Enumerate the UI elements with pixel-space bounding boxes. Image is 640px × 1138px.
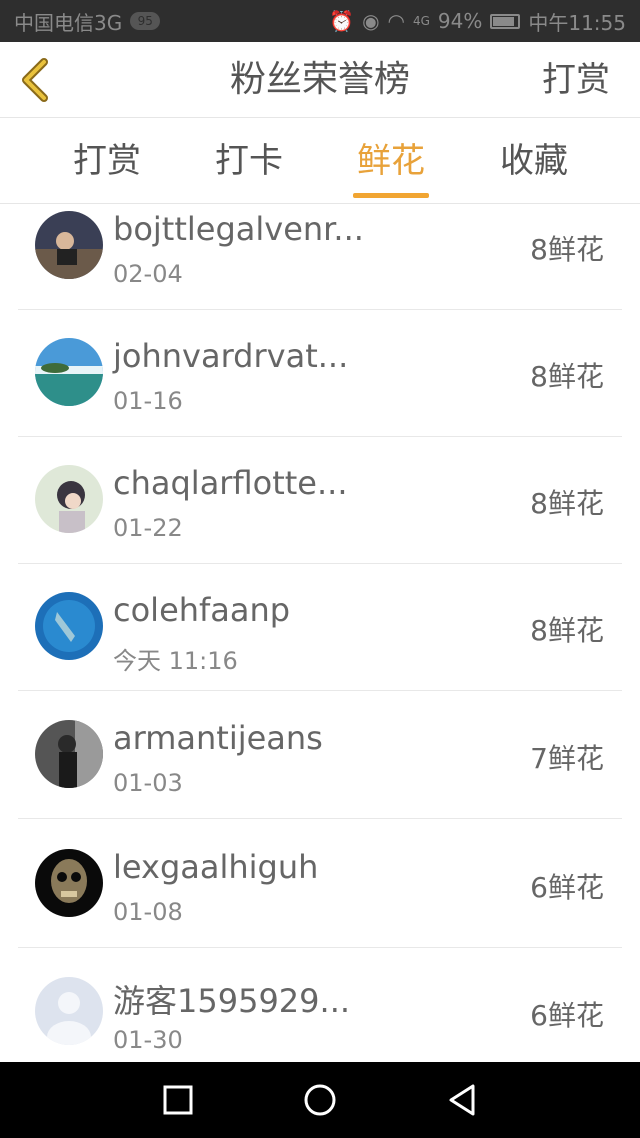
flower-count: 8鲜花 <box>530 614 604 647</box>
back-nav-button[interactable] <box>444 1082 480 1118</box>
avatar <box>35 720 103 788</box>
signal-label: 4G <box>412 14 430 28</box>
avatar <box>35 465 103 533</box>
flower-count: 6鲜花 <box>530 999 604 1032</box>
flower-count: 8鲜花 <box>530 360 604 393</box>
flower-count: 7鲜花 <box>530 742 604 775</box>
fan-list: bojttlegalvenr... 02-04 8鲜花 johnvardrvat… <box>0 205 640 1062</box>
notification-badge: 95 <box>130 12 161 30</box>
date: 今天 11:16 <box>113 647 238 675</box>
avatar <box>35 338 103 406</box>
tab-checkin[interactable]: 打卡 <box>194 118 304 204</box>
home-button[interactable] <box>302 1082 338 1118</box>
avatar <box>35 977 103 1045</box>
tab-reward[interactable]: 打赏 <box>52 118 162 204</box>
flower-count: 8鲜花 <box>530 233 604 266</box>
clock-time: 中午11:55 <box>528 10 626 35</box>
username: 游客1595929... <box>113 982 351 1020</box>
system-nav-bar <box>0 1062 640 1138</box>
username: chaqlarflotte... <box>113 464 348 502</box>
wifi-icon: ◠ <box>387 9 405 33</box>
header: 粉丝荣誉榜 打赏 <box>0 42 640 118</box>
tab-favorites[interactable]: 收藏 <box>479 118 589 204</box>
recent-apps-button[interactable] <box>160 1082 196 1118</box>
tab-bar: 打赏 打卡 鲜花 收藏 <box>0 118 640 204</box>
status-bar: 中国电信3G 95 ⏰ ◉ ◠ 4G 94% 中午11:55 <box>0 0 640 42</box>
date: 01-30 <box>113 1026 183 1054</box>
date: 01-03 <box>113 769 183 797</box>
alarm-icon: ⏰ <box>329 9 355 33</box>
triangle-back-icon <box>449 1084 475 1116</box>
battery-icon <box>490 13 521 29</box>
list-item[interactable]: bojttlegalvenr... 02-04 8鲜花 <box>18 205 622 310</box>
username: armantijeans <box>113 719 323 757</box>
date: 01-22 <box>113 514 183 542</box>
list-item[interactable]: chaqlarflotte... 01-22 8鲜花 <box>18 436 622 564</box>
list-item[interactable]: armantijeans 01-03 7鲜花 <box>18 691 622 819</box>
date: 02-04 <box>113 260 183 288</box>
flower-count: 8鲜花 <box>530 487 604 520</box>
list-item[interactable]: colehfaanp 今天 11:16 8鲜花 <box>18 563 622 691</box>
reward-button[interactable]: 打赏 <box>542 42 610 118</box>
username: johnvardrvat... <box>113 337 349 375</box>
active-tab-indicator <box>353 193 429 198</box>
avatar <box>35 849 103 917</box>
list-item[interactable]: johnvardrvat... 01-16 8鲜花 <box>18 309 622 437</box>
list-item[interactable]: lexgaalhiguh 01-08 6鲜花 <box>18 820 622 948</box>
avatar <box>35 211 103 279</box>
list-item[interactable]: 游客1595929... 01-30 6鲜花 <box>18 948 622 1062</box>
username: lexgaalhiguh <box>113 848 319 886</box>
square-icon <box>163 1085 193 1115</box>
date: 01-16 <box>113 387 183 415</box>
battery-percent: 94% <box>437 9 483 33</box>
circle-icon <box>304 1084 336 1116</box>
carrier-label: 中国电信3G <box>14 10 123 35</box>
eye-icon: ◉ <box>362 9 380 33</box>
username: bojttlegalvenr... <box>113 210 364 248</box>
tab-flowers[interactable]: 鲜花 <box>336 118 446 204</box>
flower-count: 6鲜花 <box>530 871 604 904</box>
avatar <box>35 592 103 660</box>
username: colehfaanp <box>113 591 291 629</box>
date: 01-08 <box>113 898 183 926</box>
